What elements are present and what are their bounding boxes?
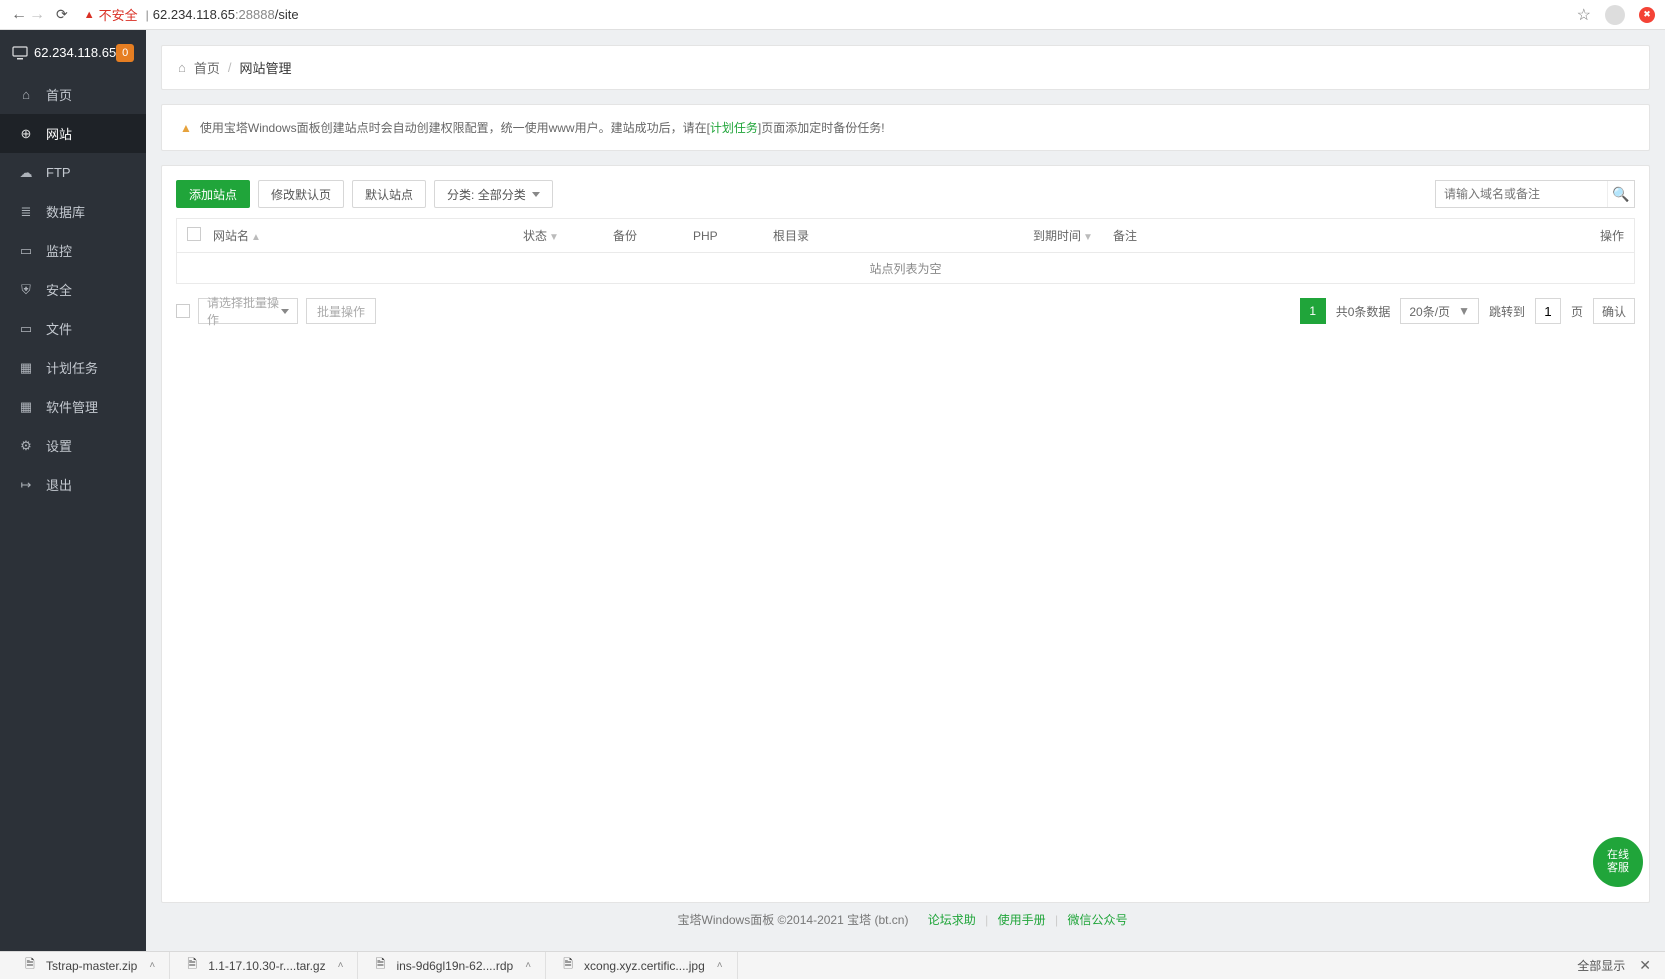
apps-icon: ▦ bbox=[18, 399, 34, 415]
chevron-up-icon[interactable]: ˄ bbox=[338, 960, 344, 971]
empty-state: 站点列表为空 bbox=[177, 253, 1634, 283]
server-ip: 62.234.118.65 bbox=[34, 45, 116, 60]
bulk-action-button[interactable]: 批量操作 bbox=[306, 298, 376, 324]
jump-confirm-button[interactable]: 确认 bbox=[1593, 298, 1635, 324]
modify-default-button[interactable]: 修改默认页 bbox=[258, 180, 344, 208]
shield-icon: ⛨ bbox=[18, 282, 34, 298]
close-downloads-bar[interactable]: ✕ bbox=[1639, 957, 1651, 974]
sidebar-item-files[interactable]: ▭文件 bbox=[0, 309, 146, 348]
sort-icon: ▼ bbox=[1083, 232, 1093, 243]
browser-toolbar: ← → ⟳ ▲ 不安全 | 62.234.118.65:28888/site ☆… bbox=[0, 0, 1665, 30]
add-site-button[interactable]: 添加站点 bbox=[176, 180, 250, 208]
jump-input[interactable] bbox=[1535, 298, 1561, 324]
site-panel: 添加站点 修改默认页 默认站点 分类: 全部分类 🔍 网站名▲ 状态▼ 备份 P… bbox=[161, 165, 1650, 903]
download-item[interactable]: 🗎Tstrap-master.zip˄ bbox=[8, 952, 170, 979]
sidebar-item-cron[interactable]: ▦计划任务 bbox=[0, 348, 146, 387]
footer-link-wechat[interactable]: 微信公众号 bbox=[1067, 913, 1127, 927]
search-box: 🔍 bbox=[1435, 180, 1635, 208]
insecure-label: 不安全 bbox=[99, 5, 138, 24]
rdp-icon: 🗎 bbox=[372, 958, 388, 974]
info-tip: ▲ 使用宝塔Windows面板创建站点时会自动创建权限配置，统一使用www用户。… bbox=[161, 104, 1650, 151]
jump-label: 跳转到 bbox=[1489, 303, 1525, 320]
sidebar-item-logout[interactable]: ↦退出 bbox=[0, 465, 146, 504]
page-unit: 页 bbox=[1571, 303, 1583, 320]
reload-button[interactable]: ⟳ bbox=[56, 6, 68, 23]
ftp-icon: ☁ bbox=[18, 165, 34, 181]
page-size-select[interactable]: 20条/页▼ bbox=[1400, 298, 1479, 324]
forward-button[interactable]: → bbox=[28, 6, 46, 24]
downloads-bar: 🗎Tstrap-master.zip˄ 🗎1.1-17.10.30-r....t… bbox=[0, 951, 1665, 979]
chevron-down-icon bbox=[281, 309, 289, 314]
home-icon: ⌂ bbox=[18, 87, 34, 102]
sidebar: 62.234.118.65 0 ⌂首页 ⊕网站 ☁FTP ≣数据库 ▭监控 ⛨安… bbox=[0, 30, 146, 951]
footer-link-manual[interactable]: 使用手册 bbox=[998, 913, 1046, 927]
sidebar-item-website[interactable]: ⊕网站 bbox=[0, 114, 146, 153]
address-bar[interactable]: ▲ 不安全 | 62.234.118.65:28888/site bbox=[84, 1, 1577, 29]
breadcrumb: ⌂ 首页 / 网站管理 bbox=[161, 45, 1650, 90]
crumb-home[interactable]: 首页 bbox=[194, 58, 220, 77]
search-button[interactable]: 🔍 bbox=[1607, 181, 1634, 207]
sidebar-item-settings[interactable]: ⚙设置 bbox=[0, 426, 146, 465]
extension-icon[interactable]: ✖ bbox=[1639, 7, 1655, 23]
chevron-up-icon[interactable]: ˄ bbox=[149, 960, 155, 971]
globe-icon: ⊕ bbox=[18, 126, 34, 142]
bulk-action-select[interactable]: 请选择批量操作 bbox=[198, 298, 298, 324]
crumb-current: 网站管理 bbox=[240, 58, 292, 77]
footer: 宝塔Windows面板 ©2014-2021 宝塔 (bt.cn) 论坛求助 |… bbox=[161, 903, 1650, 936]
sort-icon: ▼ bbox=[549, 232, 559, 243]
url-host: 62.234.118.65 bbox=[153, 7, 235, 22]
profile-avatar[interactable] bbox=[1605, 5, 1625, 25]
insecure-icon: ▲ bbox=[84, 9, 95, 21]
toolbar: 添加站点 修改默认页 默认站点 分类: 全部分类 🔍 bbox=[176, 180, 1635, 208]
download-item[interactable]: 🗎xcong.xyz.certific....jpg˄ bbox=[546, 952, 738, 979]
url-path: /site bbox=[275, 7, 299, 22]
sidebar-item-database[interactable]: ≣数据库 bbox=[0, 192, 146, 231]
sort-icon: ▲ bbox=[251, 232, 261, 243]
sidebar-item-software[interactable]: ▦软件管理 bbox=[0, 387, 146, 426]
show-all-downloads[interactable]: 全部显示 bbox=[1577, 957, 1625, 974]
url-port: :28888 bbox=[235, 7, 275, 22]
total-count: 共0条数据 bbox=[1336, 303, 1391, 320]
main-content: ⌂ 首页 / 网站管理 ▲ 使用宝塔Windows面板创建站点时会自动创建权限配… bbox=[146, 30, 1665, 951]
warning-icon: ▲ bbox=[180, 121, 192, 135]
message-badge[interactable]: 0 bbox=[116, 44, 134, 62]
online-service-button[interactable]: 在线 客服 bbox=[1593, 837, 1643, 887]
search-input[interactable] bbox=[1436, 187, 1607, 201]
jpg-icon: 🗎 bbox=[560, 958, 576, 974]
sidebar-item-security[interactable]: ⛨安全 bbox=[0, 270, 146, 309]
chevron-down-icon bbox=[532, 192, 540, 197]
back-button[interactable]: ← bbox=[10, 6, 28, 24]
sidebar-item-home[interactable]: ⌂首页 bbox=[0, 75, 146, 114]
zip-icon: 🗎 bbox=[22, 958, 38, 974]
sidebar-item-ftp[interactable]: ☁FTP bbox=[0, 153, 146, 192]
download-item[interactable]: 🗎1.1-17.10.30-r....tar.gz˄ bbox=[170, 952, 358, 979]
database-icon: ≣ bbox=[18, 204, 34, 220]
tip-link[interactable]: 计划任务 bbox=[710, 121, 758, 135]
home-crumb-icon: ⌂ bbox=[178, 60, 186, 75]
search-icon: 🔍 bbox=[1612, 186, 1629, 203]
sidebar-item-monitor[interactable]: ▭监控 bbox=[0, 231, 146, 270]
calendar-icon: ▦ bbox=[18, 360, 34, 376]
select-all-checkbox[interactable] bbox=[187, 227, 201, 241]
bulk-select-all[interactable] bbox=[176, 304, 190, 318]
chevron-up-icon[interactable]: ˄ bbox=[525, 960, 531, 971]
sidebar-header[interactable]: 62.234.118.65 0 bbox=[0, 30, 146, 75]
category-select[interactable]: 分类: 全部分类 bbox=[434, 180, 553, 208]
gz-icon: 🗎 bbox=[184, 958, 200, 974]
pagination-row: 请选择批量操作 批量操作 1 共0条数据 20条/页▼ 跳转到 页 确认 bbox=[176, 298, 1635, 324]
chevron-up-icon[interactable]: ˄ bbox=[717, 960, 723, 971]
monitor-nav-icon: ▭ bbox=[18, 243, 34, 259]
monitor-icon bbox=[12, 46, 28, 60]
gear-icon: ⚙ bbox=[18, 438, 34, 454]
page-current[interactable]: 1 bbox=[1300, 298, 1326, 324]
table-header: 网站名▲ 状态▼ 备份 PHP 根目录 到期时间▼ 备注 操作 bbox=[177, 219, 1634, 253]
site-table: 网站名▲ 状态▼ 备份 PHP 根目录 到期时间▼ 备注 操作 站点列表为空 bbox=[176, 218, 1635, 284]
logout-icon: ↦ bbox=[18, 477, 34, 493]
bookmark-icon[interactable]: ☆ bbox=[1577, 5, 1591, 25]
download-item[interactable]: 🗎ins-9d6gl19n-62....rdp˄ bbox=[358, 952, 546, 979]
footer-link-forum[interactable]: 论坛求助 bbox=[928, 913, 976, 927]
folder-icon: ▭ bbox=[18, 321, 34, 337]
default-site-button[interactable]: 默认站点 bbox=[352, 180, 426, 208]
